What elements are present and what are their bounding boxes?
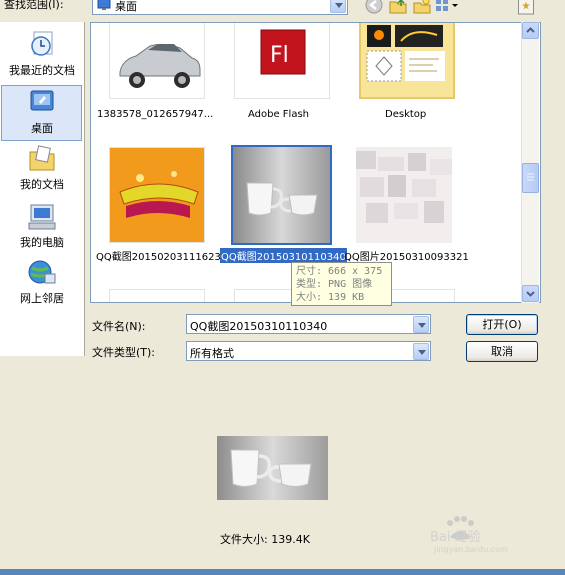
place-my-documents[interactable]: 我的文档: [0, 144, 84, 192]
vertical-scrollbar[interactable]: [521, 22, 539, 303]
baidu-jingyan-watermark: Bai 经验 jingyan.baidu.com: [430, 516, 508, 554]
place-label: 我的电脑: [20, 236, 64, 249]
file-thumbnail-partial[interactable]: [109, 289, 205, 302]
blurred-image-thumbnail: [356, 147, 452, 243]
file-name-selected[interactable]: QQ截图20150310110340: [220, 248, 347, 263]
tools-icon[interactable]: [518, 0, 534, 16]
tooltip-size: 大小: 139 KB: [296, 292, 365, 303]
recent-documents-icon: [31, 31, 53, 56]
cancel-button[interactable]: 取消: [466, 341, 538, 362]
look-in-label: 查找范围(I):: [4, 0, 64, 11]
file-info-tooltip: 尺寸: 666 x 375 类型: PNG 图像 大小: 139 KB: [291, 262, 392, 306]
file-name[interactable]: 1383578_012657947...: [97, 109, 213, 120]
watermark-url: jingyan.baidu.com: [433, 545, 508, 554]
file-thumbnail-flash[interactable]: Fl: [234, 23, 330, 99]
place-network[interactable]: 网上邻居: [0, 258, 84, 306]
filetype-dropdown-button[interactable]: [413, 343, 429, 360]
scroll-up-button[interactable]: [522, 22, 539, 39]
my-documents-icon: [29, 145, 55, 171]
file-thumbnail-cups[interactable]: [231, 145, 332, 245]
filename-dropdown-button[interactable]: [413, 316, 429, 333]
car-thumbnail: [110, 23, 204, 98]
watermark-text: Bai 经验: [430, 529, 481, 545]
svg-text:Fl: Fl: [270, 43, 289, 68]
file-name[interactable]: Desktop: [385, 109, 426, 120]
preview-file-size: 文件大小: 139.4K: [220, 533, 310, 546]
back-icon[interactable]: [364, 0, 384, 15]
place-label: 我最近的文档: [9, 64, 75, 77]
file-thumbnail-blurred[interactable]: [356, 147, 452, 243]
window-bottom-border: [0, 569, 565, 575]
up-folder-icon[interactable]: [388, 0, 408, 15]
tooltip-type: 类型: PNG 图像: [296, 279, 373, 290]
open-button[interactable]: 打开(O): [466, 314, 538, 335]
file-list[interactable]: 1383578_012657947... Fl Adobe Flash Desk…: [90, 22, 541, 303]
chevron-down-icon: [526, 291, 535, 297]
file-thumbnail-desktop-folder[interactable]: [359, 23, 455, 99]
tooltip-dimensions: 尺寸: 666 x 375: [296, 266, 383, 277]
look-in-combo[interactable]: 桌面: [92, 0, 348, 15]
my-computer-icon: [28, 204, 56, 230]
network-places-icon: [28, 260, 56, 284]
look-in-value: 桌面: [115, 0, 137, 13]
filetype-label: 文件类型(T):: [92, 346, 156, 359]
views-menu-icon[interactable]: [434, 0, 460, 15]
desktop-folder-icon: [361, 23, 453, 97]
filename-label: 文件名(N):: [92, 320, 146, 333]
grip-icon: [527, 173, 534, 181]
places-bar: 我最近的文档 桌面 我的文档 我的电脑 网上邻居: [0, 22, 85, 356]
file-name[interactable]: QQ图片20150310093321: [344, 248, 469, 263]
scroll-down-button[interactable]: [522, 285, 539, 302]
place-my-computer[interactable]: 我的电脑: [0, 202, 84, 250]
new-folder-icon[interactable]: [412, 0, 432, 15]
file-thumbnail-car[interactable]: [109, 23, 205, 99]
filename-input[interactable]: QQ截图20150310110340: [186, 314, 431, 334]
flash-logo-icon: Fl: [235, 23, 329, 98]
file-name[interactable]: Adobe Flash: [248, 109, 309, 120]
desktop-icon: [30, 90, 54, 111]
place-label: 我的文档: [20, 178, 64, 191]
orange-graphic-thumbnail: [110, 148, 204, 242]
look-in-dropdown-button[interactable]: [330, 0, 346, 13]
chevron-up-icon: [526, 27, 535, 33]
place-label: 网上邻居: [20, 292, 64, 305]
scroll-thumb[interactable]: [522, 163, 539, 193]
file-name[interactable]: QQ截图20150203111623: [96, 248, 221, 263]
place-label: 桌面: [31, 122, 53, 135]
desktop-small-icon: [97, 0, 111, 10]
place-recent-documents[interactable]: 我最近的文档: [0, 30, 84, 78]
filetype-value: 所有格式: [190, 347, 234, 360]
image-preview: [217, 436, 328, 500]
filetype-select[interactable]: 所有格式: [186, 341, 431, 361]
cups-thumbnail: [233, 147, 330, 243]
file-thumbnail-orange[interactable]: [109, 147, 205, 243]
filename-value: QQ截图20150310110340: [190, 320, 328, 333]
place-desktop[interactable]: 桌面: [0, 85, 84, 141]
